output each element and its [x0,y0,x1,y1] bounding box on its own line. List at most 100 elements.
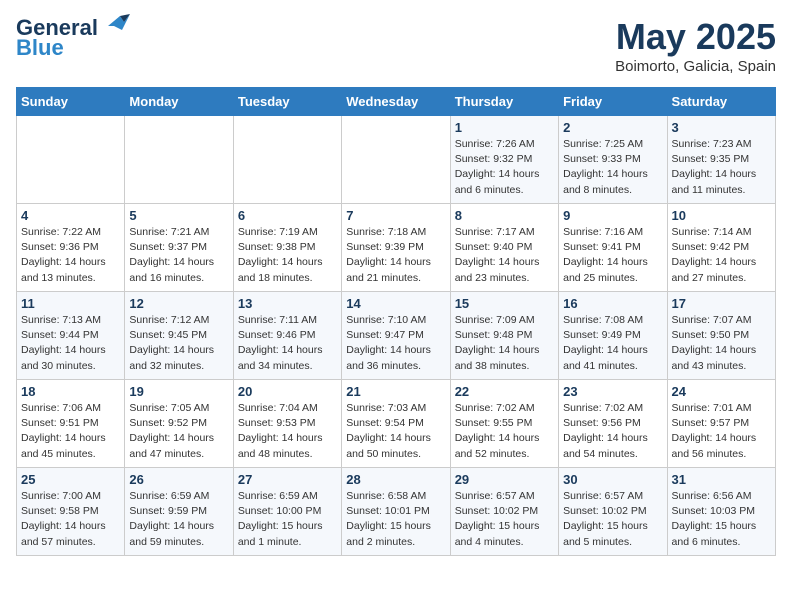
day-info: Sunrise: 6:56 AM Sunset: 10:03 PM Daylig… [672,490,757,548]
day-info: Sunrise: 7:02 AM Sunset: 9:55 PM Dayligh… [455,402,540,460]
day-info: Sunrise: 6:59 AM Sunset: 9:59 PM Dayligh… [129,490,214,548]
day-cell: 28Sunrise: 6:58 AM Sunset: 10:01 PM Dayl… [342,468,450,556]
day-info: Sunrise: 7:02 AM Sunset: 9:56 PM Dayligh… [563,402,648,460]
day-number: 30 [563,472,662,487]
day-number: 3 [672,120,771,135]
day-number: 9 [563,208,662,223]
day-number: 12 [129,296,228,311]
day-number: 10 [672,208,771,223]
day-info: Sunrise: 7:08 AM Sunset: 9:49 PM Dayligh… [563,314,648,372]
day-number: 17 [672,296,771,311]
day-cell: 8Sunrise: 7:17 AM Sunset: 9:40 PM Daylig… [450,204,558,292]
day-cell: 17 Sunrise: 7:07 AM Sunset: 9:50 PM Dayli… [667,292,775,380]
day-cell: 18 Sunrise: 7:06 AM Sunset: 9:51 PM Dayli… [17,380,125,468]
day-info: Sunrise: 7:10 AM Sunset: 9:47 PM Dayligh… [346,314,431,372]
day-info: Sunrise: 7:16 AM Sunset: 9:41 PM Dayligh… [563,226,648,284]
day-cell: 14 Sunrise: 7:10 AM Sunset: 9:47 PM Dayli… [342,292,450,380]
day-number: 26 [129,472,228,487]
day-cell [342,116,450,204]
day-number: 23 [563,384,662,399]
day-info: Sunrise: 7:19 AM Sunset: 9:38 PM Dayligh… [238,226,323,284]
day-number: 5 [129,208,228,223]
title-block: May 2025 Boimorto, Galicia, Spain [615,16,776,75]
day-info: Sunrise: 7:09 AM Sunset: 9:48 PM Dayligh… [455,314,540,372]
logo-bird-icon [100,12,130,40]
day-number: 24 [672,384,771,399]
day-info: Sunrise: 7:21 AM Sunset: 9:37 PM Dayligh… [129,226,214,284]
day-number: 18 [21,384,120,399]
day-info: Sunrise: 6:57 AM Sunset: 10:02 PM Daylig… [563,490,648,548]
header-day-friday: Friday [559,88,667,116]
logo-text-blue: Blue [16,36,64,60]
week-row-2: 4Sunrise: 7:22 AM Sunset: 9:36 PM Daylig… [17,204,776,292]
day-info: Sunrise: 7:23 AM Sunset: 9:35 PM Dayligh… [672,138,757,196]
day-info: Sunrise: 7:13 AM Sunset: 9:44 PM Dayligh… [21,314,106,372]
week-row-1: 1 Sunrise: 7:26 AM Sunset: 9:32 PM Daylig… [17,116,776,204]
day-cell: 31 Sunrise: 6:56 AM Sunset: 10:03 PM Dayl… [667,468,775,556]
day-number: 19 [129,384,228,399]
header-day-tuesday: Tuesday [233,88,341,116]
day-info: Sunrise: 7:18 AM Sunset: 9:39 PM Dayligh… [346,226,431,284]
day-cell: 15 Sunrise: 7:09 AM Sunset: 9:48 PM Dayli… [450,292,558,380]
header-day-wednesday: Wednesday [342,88,450,116]
day-cell: 19 Sunrise: 7:05 AM Sunset: 9:52 PM Dayli… [125,380,233,468]
day-info: Sunrise: 7:26 AM Sunset: 9:32 PM Dayligh… [455,138,540,196]
day-number: 2 [563,120,662,135]
day-number: 21 [346,384,445,399]
day-number: 13 [238,296,337,311]
week-row-4: 18 Sunrise: 7:06 AM Sunset: 9:51 PM Dayli… [17,380,776,468]
day-info: Sunrise: 7:01 AM Sunset: 9:57 PM Dayligh… [672,402,757,460]
day-info: Sunrise: 7:06 AM Sunset: 9:51 PM Dayligh… [21,402,106,460]
day-info: Sunrise: 6:57 AM Sunset: 10:02 PM Daylig… [455,490,540,548]
day-number: 29 [455,472,554,487]
day-cell: 12Sunrise: 7:12 AM Sunset: 9:45 PM Dayli… [125,292,233,380]
header-day-sunday: Sunday [17,88,125,116]
day-info: Sunrise: 7:07 AM Sunset: 9:50 PM Dayligh… [672,314,757,372]
day-number: 22 [455,384,554,399]
day-number: 31 [672,472,771,487]
day-number: 15 [455,296,554,311]
day-cell: 10 Sunrise: 7:14 AM Sunset: 9:42 PM Dayli… [667,204,775,292]
day-info: Sunrise: 7:05 AM Sunset: 9:52 PM Dayligh… [129,402,214,460]
day-cell [125,116,233,204]
day-info: Sunrise: 6:59 AM Sunset: 10:00 PM Daylig… [238,490,323,548]
day-info: Sunrise: 7:04 AM Sunset: 9:53 PM Dayligh… [238,402,323,460]
day-cell: 6Sunrise: 7:19 AM Sunset: 9:38 PM Daylig… [233,204,341,292]
logo: General Blue [16,16,130,60]
day-cell: 26 Sunrise: 6:59 AM Sunset: 9:59 PM Dayli… [125,468,233,556]
day-cell: 29 Sunrise: 6:57 AM Sunset: 10:02 PM Dayl… [450,468,558,556]
day-number: 1 [455,120,554,135]
week-row-3: 11 Sunrise: 7:13 AM Sunset: 9:44 PM Dayli… [17,292,776,380]
day-cell: 20Sunrise: 7:04 AM Sunset: 9:53 PM Dayli… [233,380,341,468]
day-cell: 11 Sunrise: 7:13 AM Sunset: 9:44 PM Dayli… [17,292,125,380]
header-row: SundayMondayTuesdayWednesdayThursdayFrid… [17,88,776,116]
day-info: Sunrise: 6:58 AM Sunset: 10:01 PM Daylig… [346,490,431,548]
day-cell: 24 Sunrise: 7:01 AM Sunset: 9:57 PM Dayli… [667,380,775,468]
day-cell: 2 Sunrise: 7:25 AM Sunset: 9:33 PM Daylig… [559,116,667,204]
day-info: Sunrise: 7:03 AM Sunset: 9:54 PM Dayligh… [346,402,431,460]
day-cell: 25 Sunrise: 7:00 AM Sunset: 9:58 PM Dayli… [17,468,125,556]
day-number: 8 [455,208,554,223]
header-day-thursday: Thursday [450,88,558,116]
day-number: 7 [346,208,445,223]
page-header: General Blue May 2025 Boimorto, Galicia,… [16,16,776,75]
day-number: 25 [21,472,120,487]
day-info: Sunrise: 7:22 AM Sunset: 9:36 PM Dayligh… [21,226,106,284]
day-info: Sunrise: 7:00 AM Sunset: 9:58 PM Dayligh… [21,490,106,548]
day-info: Sunrise: 7:14 AM Sunset: 9:42 PM Dayligh… [672,226,757,284]
day-number: 14 [346,296,445,311]
day-info: Sunrise: 7:25 AM Sunset: 9:33 PM Dayligh… [563,138,648,196]
day-cell: 1 Sunrise: 7:26 AM Sunset: 9:32 PM Daylig… [450,116,558,204]
day-cell: 16Sunrise: 7:08 AM Sunset: 9:49 PM Dayli… [559,292,667,380]
day-number: 27 [238,472,337,487]
day-cell [17,116,125,204]
day-cell: 3 Sunrise: 7:23 AM Sunset: 9:35 PM Daylig… [667,116,775,204]
header-day-monday: Monday [125,88,233,116]
day-number: 11 [21,296,120,311]
subtitle: Boimorto, Galicia, Spain [615,58,776,75]
main-title: May 2025 [615,16,776,58]
day-cell: 23 Sunrise: 7:02 AM Sunset: 9:56 PM Dayli… [559,380,667,468]
day-cell: 9 Sunrise: 7:16 AM Sunset: 9:41 PM Daylig… [559,204,667,292]
day-cell: 4Sunrise: 7:22 AM Sunset: 9:36 PM Daylig… [17,204,125,292]
day-cell: 13Sunrise: 7:11 AM Sunset: 9:46 PM Dayli… [233,292,341,380]
